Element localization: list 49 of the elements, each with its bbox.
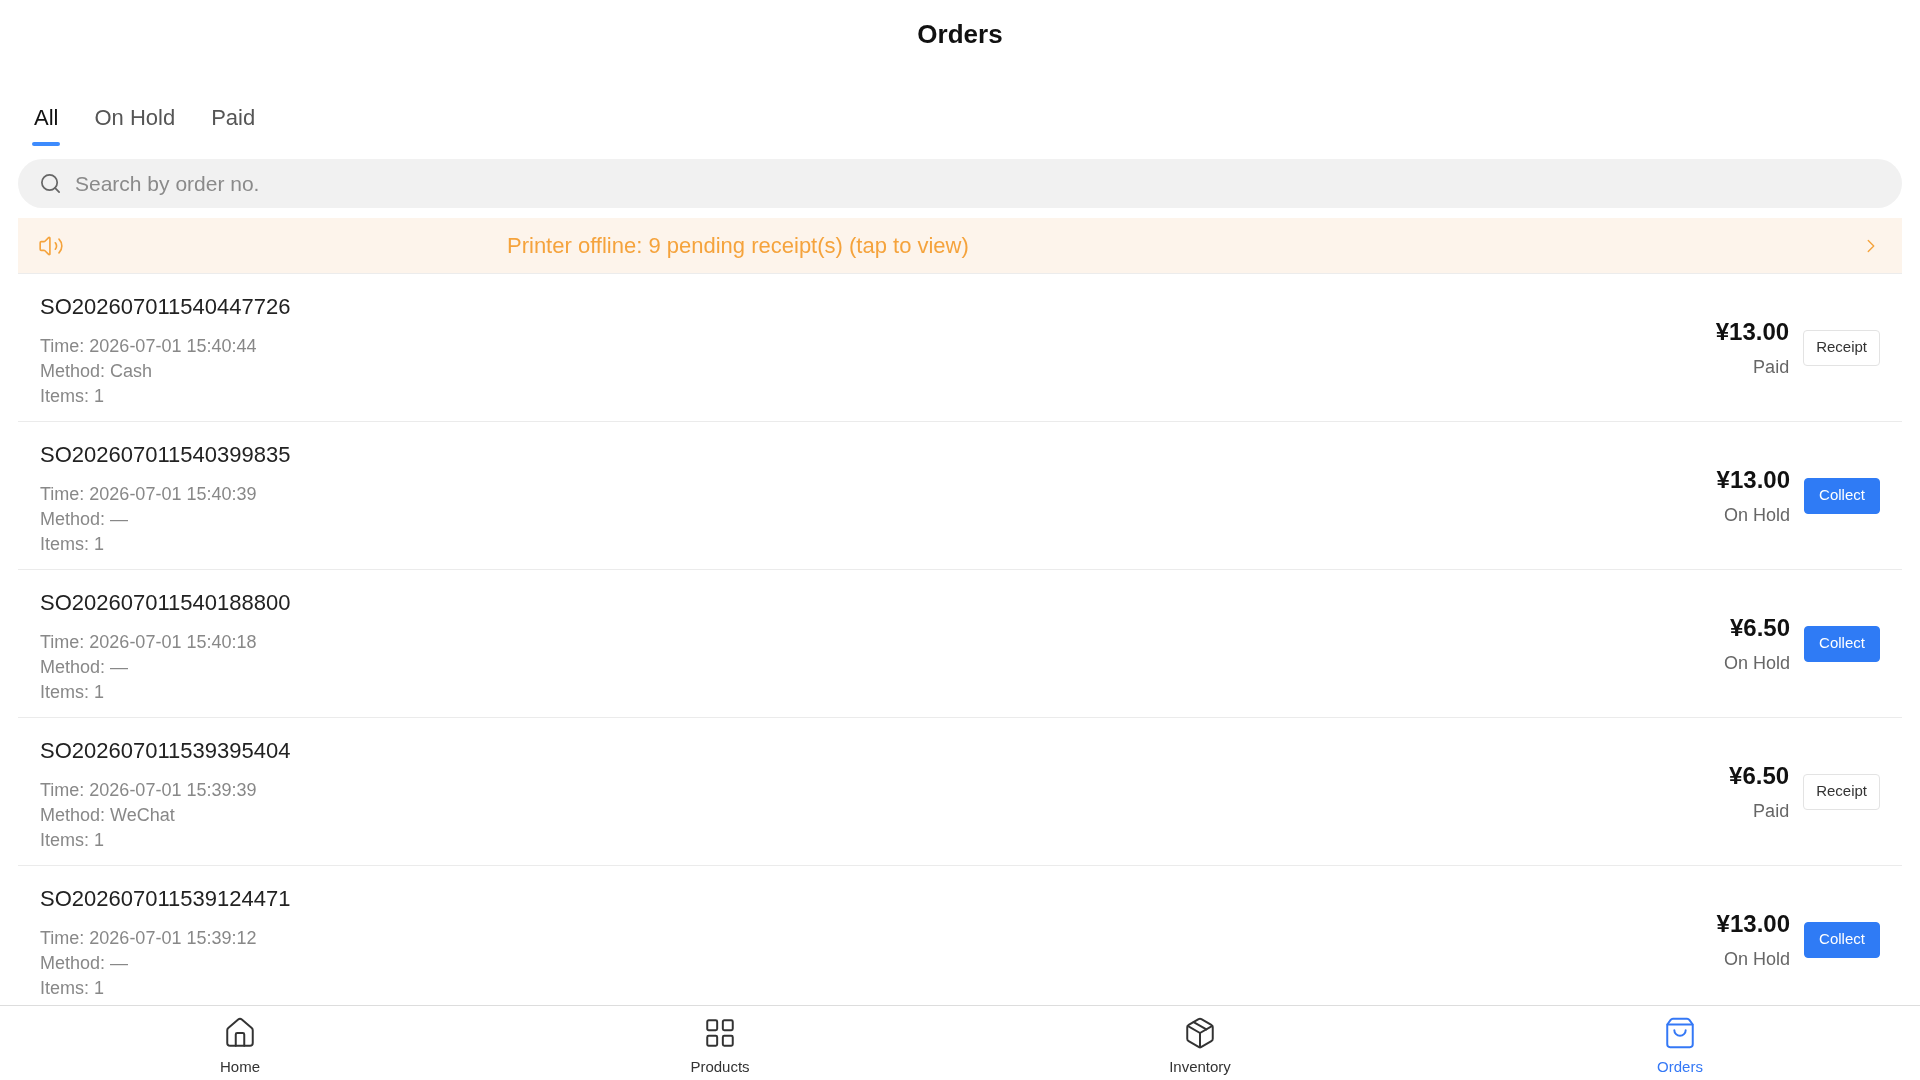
receipt-button[interactable]: Receipt — [1803, 773, 1880, 810]
collect-button[interactable]: Collect — [1804, 477, 1880, 514]
order-status: Paid — [1753, 799, 1790, 823]
order-amount: ¥6.50 — [1729, 760, 1790, 791]
bag-icon — [1663, 1016, 1697, 1050]
payment-method: Method: Cash — [40, 360, 153, 383]
order-time: Time: 2026-07-01 15:40:18 — [40, 631, 257, 654]
collect-button[interactable]: Collect — [1804, 921, 1880, 958]
order-number: SO202607011539124471 — [40, 885, 291, 913]
home-icon — [223, 1016, 257, 1050]
order-status: On Hold — [1723, 503, 1790, 527]
order-time: Time: 2026-07-01 15:40:44 — [40, 335, 257, 358]
nav-tab[interactable]: Orders — [1649, 1006, 1711, 1080]
receipt-button[interactable]: Receipt — [1803, 329, 1880, 366]
order-status: On Hold — [1723, 947, 1790, 971]
order-number: SO202607011540399835 — [40, 441, 291, 469]
item-count: Items: 1 — [40, 681, 105, 704]
nav-tab[interactable]: Home — [212, 1006, 268, 1080]
item-count: Items: 1 — [40, 829, 105, 852]
order-status: On Hold — [1723, 651, 1790, 675]
order-amount: ¥13.00 — [1715, 316, 1790, 347]
item-count: Items: 1 — [40, 385, 105, 408]
payment-method: Method: — — [40, 508, 129, 531]
order-amount: ¥6.50 — [1729, 612, 1790, 643]
search-icon — [39, 172, 62, 195]
grid-icon — [703, 1016, 737, 1050]
order-number: SO202607011540447726 — [40, 293, 291, 321]
filter-tab[interactable]: On Hold — [94, 103, 176, 146]
order-amount: ¥13.00 — [1716, 464, 1790, 495]
order-number: SO202607011539395404 — [40, 737, 291, 765]
order-time: Time: 2026-07-01 15:40:39 — [40, 483, 257, 506]
order-number: SO202607011540188800 — [40, 589, 291, 617]
search-field[interactable]: Search by order no. — [18, 159, 1902, 208]
order-time: Time: 2026-07-01 15:39:12 — [40, 927, 257, 950]
page-title: Orders — [917, 18, 1003, 50]
collect-button[interactable]: Collect — [1804, 625, 1880, 662]
payment-method: Method: WeChat — [40, 804, 175, 827]
item-count: Items: 1 — [40, 977, 105, 1000]
payment-method: Method: — — [40, 952, 129, 975]
nav-tab[interactable]: Products — [682, 1006, 758, 1080]
nav-tab[interactable]: Inventory — [1161, 1006, 1239, 1080]
order-amount: ¥13.00 — [1716, 908, 1790, 939]
order-status: Paid — [1753, 355, 1790, 379]
payment-method: Method: — — [40, 656, 129, 679]
filter-tab[interactable]: Paid — [211, 103, 256, 146]
item-count: Items: 1 — [40, 533, 105, 556]
filter-tab[interactable]: All — [34, 103, 59, 146]
order-time: Time: 2026-07-01 15:39:39 — [40, 779, 257, 802]
box-icon — [1183, 1016, 1217, 1050]
